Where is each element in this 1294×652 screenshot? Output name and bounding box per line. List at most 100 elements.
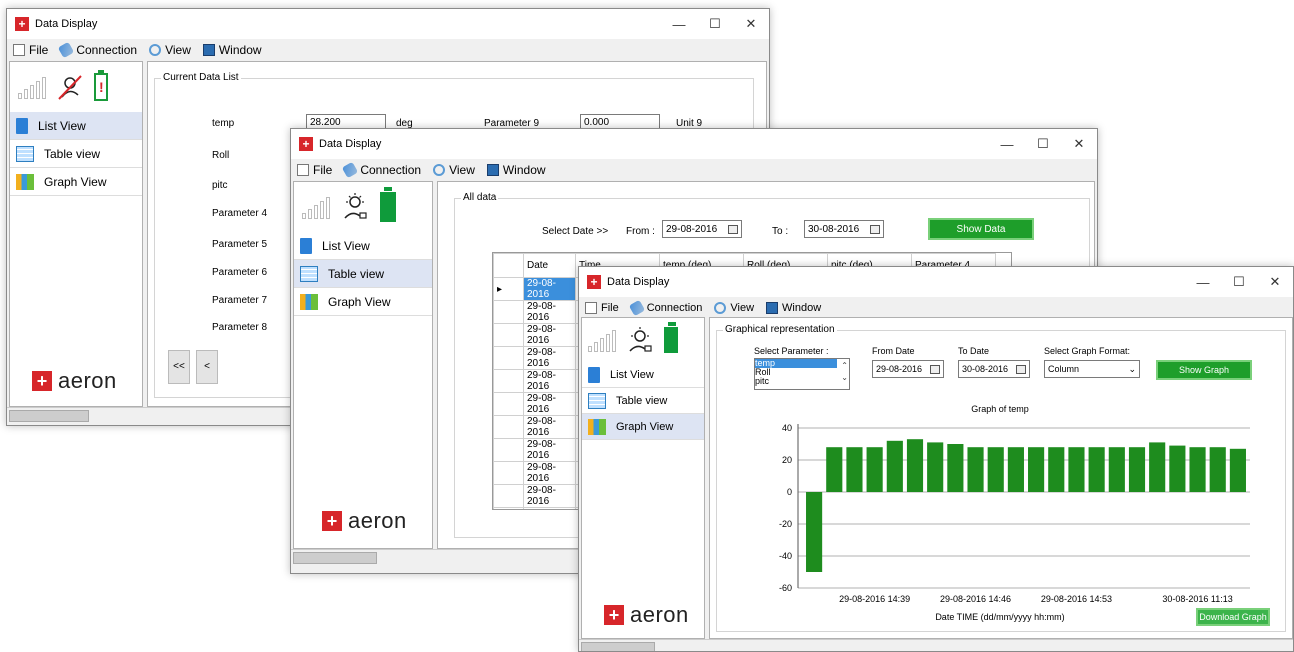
maximize-button[interactable]: ☐ <box>697 16 733 32</box>
menu-file[interactable]: File <box>297 163 332 177</box>
minimize-button[interactable]: — <box>1185 275 1221 290</box>
sidebar: List View Table view Graph View + aeron <box>293 181 433 549</box>
graph-panel: Graphical representation Select Paramete… <box>709 317 1293 639</box>
minimize-button[interactable]: — <box>989 137 1025 152</box>
from-date-picker[interactable]: 29-08-2016 <box>872 360 944 378</box>
param-label: Roll <box>212 150 230 161</box>
window-icon <box>486 164 499 176</box>
bar <box>1088 447 1105 492</box>
menu-view[interactable]: View <box>149 43 191 57</box>
bar <box>1007 447 1024 492</box>
bar <box>987 447 1004 492</box>
horizontal-scrollbar[interactable] <box>579 639 1293 651</box>
bar <box>1028 447 1045 492</box>
table-icon <box>300 265 318 282</box>
row-selector-icon: ▸ <box>493 277 524 301</box>
menu-view[interactable]: View <box>433 163 475 177</box>
to-date-picker[interactable]: 30-08-2016 <box>958 360 1030 378</box>
sun-plug-icon <box>629 327 652 352</box>
window-icon <box>766 302 779 314</box>
graph-icon <box>300 293 318 310</box>
maximize-button[interactable]: ☐ <box>1025 136 1061 152</box>
param-label: pitc <box>212 180 228 191</box>
minimize-button[interactable]: — <box>661 17 697 32</box>
maximize-button[interactable]: ☐ <box>1221 274 1257 290</box>
graph-icon <box>588 418 606 435</box>
title-bar: + Data Display — ☐ ✕ <box>579 267 1293 297</box>
graph-format-select[interactable]: Column ⌄ <box>1044 360 1140 378</box>
bar <box>1169 445 1186 492</box>
bar <box>1149 442 1166 492</box>
file-icon <box>13 44 25 56</box>
nav-graph-view[interactable]: Graph View <box>10 168 142 196</box>
param-label: temp <box>212 118 235 129</box>
aeron-logo: + aeron <box>604 602 689 628</box>
nav-list-view[interactable]: List View <box>294 232 432 260</box>
close-button[interactable]: ✕ <box>1257 274 1293 290</box>
file-icon <box>297 164 309 176</box>
column-header[interactable]: Date <box>523 253 576 278</box>
nav-list-view[interactable]: List View <box>10 112 142 140</box>
connection-icon <box>342 161 359 179</box>
close-button[interactable]: ✕ <box>1061 136 1097 152</box>
bar <box>927 442 944 492</box>
bar <box>947 444 964 492</box>
calendar-icon <box>870 224 880 234</box>
parameter-listbox[interactable]: temp Roll pitc ⌃ ⌄ <box>754 358 850 390</box>
menu-connection[interactable]: Connection <box>58 41 137 59</box>
nav-table-view[interactable]: Table view <box>10 140 142 168</box>
nav-table-view[interactable]: Table view <box>582 388 704 414</box>
menu-window[interactable]: Window <box>766 302 821 314</box>
list-item[interactable]: Roll <box>755 368 849 377</box>
bar-chart: Graph of temp 40 20 0 -20 -40 -60 29-08-2016 … <box>779 404 1250 622</box>
bar <box>967 447 984 492</box>
chart-title: Graph of temp <box>971 404 1029 414</box>
menu-file[interactable]: File <box>13 43 48 57</box>
menu-file[interactable]: File <box>585 302 619 314</box>
bar <box>886 440 903 492</box>
show-data-button[interactable]: Show Data <box>928 218 1034 240</box>
nav-graph-view[interactable]: Graph View <box>582 414 704 440</box>
nav-graph-view[interactable]: Graph View <box>294 288 432 316</box>
bar <box>1108 447 1125 492</box>
menu-view[interactable]: View <box>714 302 754 314</box>
battery-full-icon <box>664 322 678 353</box>
title-bar: + Data Display — ☐ ✕ <box>7 9 769 39</box>
list-icon <box>588 366 600 383</box>
list-icon <box>16 117 28 134</box>
window-icon <box>202 44 215 56</box>
list-item[interactable]: pitc <box>755 377 849 386</box>
menu-window[interactable]: Window <box>202 43 262 57</box>
show-graph-button[interactable]: Show Graph <box>1156 360 1252 380</box>
prev-page-button[interactable]: < <box>196 350 218 384</box>
menu-connection[interactable]: Connection <box>628 299 702 317</box>
window-title: Data Display <box>607 276 670 288</box>
status-icons <box>582 318 704 362</box>
to-date-picker[interactable]: 30-08-2016 <box>804 220 884 238</box>
nav-table-view[interactable]: Table view <box>294 260 432 288</box>
param-label: Parameter 7 <box>212 295 268 306</box>
signal-strength-icon <box>18 75 46 99</box>
first-page-button[interactable]: << <box>168 350 190 384</box>
from-date-picker[interactable]: 29-08-2016 <box>662 220 742 238</box>
aeron-logo: + aeron <box>322 508 407 534</box>
menu-connection[interactable]: Connection <box>342 161 421 179</box>
window-graph-view: + Data Display — ☐ ✕ File Connection Vie… <box>578 266 1294 652</box>
close-button[interactable]: ✕ <box>733 16 769 32</box>
listbox-scroll[interactable]: ⌃ ⌄ <box>841 360 848 384</box>
param-label: Parameter 6 <box>212 267 268 278</box>
to-label: To : <box>772 226 789 237</box>
table-icon <box>16 145 34 162</box>
y-tick-label: -20 <box>779 519 792 529</box>
menu-window[interactable]: Window <box>486 163 546 177</box>
download-graph-button[interactable]: Download Graph <box>1196 608 1270 626</box>
app-icon: + <box>299 137 313 151</box>
view-icon <box>714 302 727 314</box>
bar <box>806 492 823 572</box>
select-date-label: Select Date >> <box>542 226 609 237</box>
calendar-icon <box>930 364 940 374</box>
x-tick-label: 29-08-2016 14:46 <box>940 594 1011 604</box>
bar <box>1068 447 1085 492</box>
nav-list-view[interactable]: List View <box>582 362 704 388</box>
battery-low-icon: ! <box>94 70 108 101</box>
